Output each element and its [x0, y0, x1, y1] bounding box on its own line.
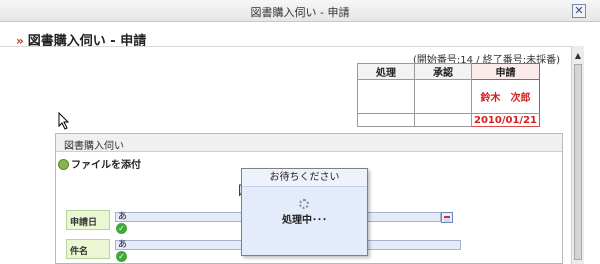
window-title: 図書購入伺い - 申請: [250, 6, 350, 19]
approve-date-cell: [414, 113, 472, 127]
process-date-cell: [357, 113, 415, 127]
panel-header: 図書購入伺い: [56, 134, 562, 152]
scroll-thumb[interactable]: [574, 64, 582, 260]
check-icon: ✓: [116, 223, 127, 234]
attach-file-button[interactable]: ファイルを添付: [58, 156, 141, 171]
approve-cell: [414, 79, 472, 114]
close-icon[interactable]: ✕: [572, 4, 586, 18]
vertical-scrollbar[interactable]: ▲: [571, 46, 584, 264]
loading-dialog: お待ちください 処理中･･･: [241, 168, 368, 256]
apply-date: 2010/01/21: [471, 113, 540, 127]
window-titlebar: 図書購入伺い - 申請 ✕: [0, 0, 600, 22]
applicant-name: 鈴木 次郎: [471, 79, 540, 114]
calendar-icon[interactable]: [441, 212, 453, 223]
col-header-approve: 承認: [414, 63, 472, 80]
process-cell: [357, 79, 415, 114]
paperclip-icon: [58, 159, 69, 170]
check-icon: ✓: [116, 251, 127, 262]
spinner-icon: [299, 199, 309, 209]
dialog-title: お待ちください: [242, 169, 367, 187]
attach-label: ファイルを添付: [71, 160, 141, 171]
approval-table: 処理 承認 申請 鈴木 次郎 2010/01/21: [357, 63, 540, 127]
cursor-icon: [58, 112, 70, 130]
col-header-process: 処理: [357, 63, 415, 80]
dialog-message: 処理中･･･: [282, 215, 327, 226]
scroll-up-icon[interactable]: ▲: [572, 50, 584, 62]
divider: [0, 46, 580, 47]
col-header-apply: 申請: [471, 63, 540, 80]
panel-title: 図書購入伺い: [64, 141, 124, 152]
field-label-date: 申請日: [66, 210, 110, 230]
field-label-subject: 件名: [66, 239, 110, 259]
